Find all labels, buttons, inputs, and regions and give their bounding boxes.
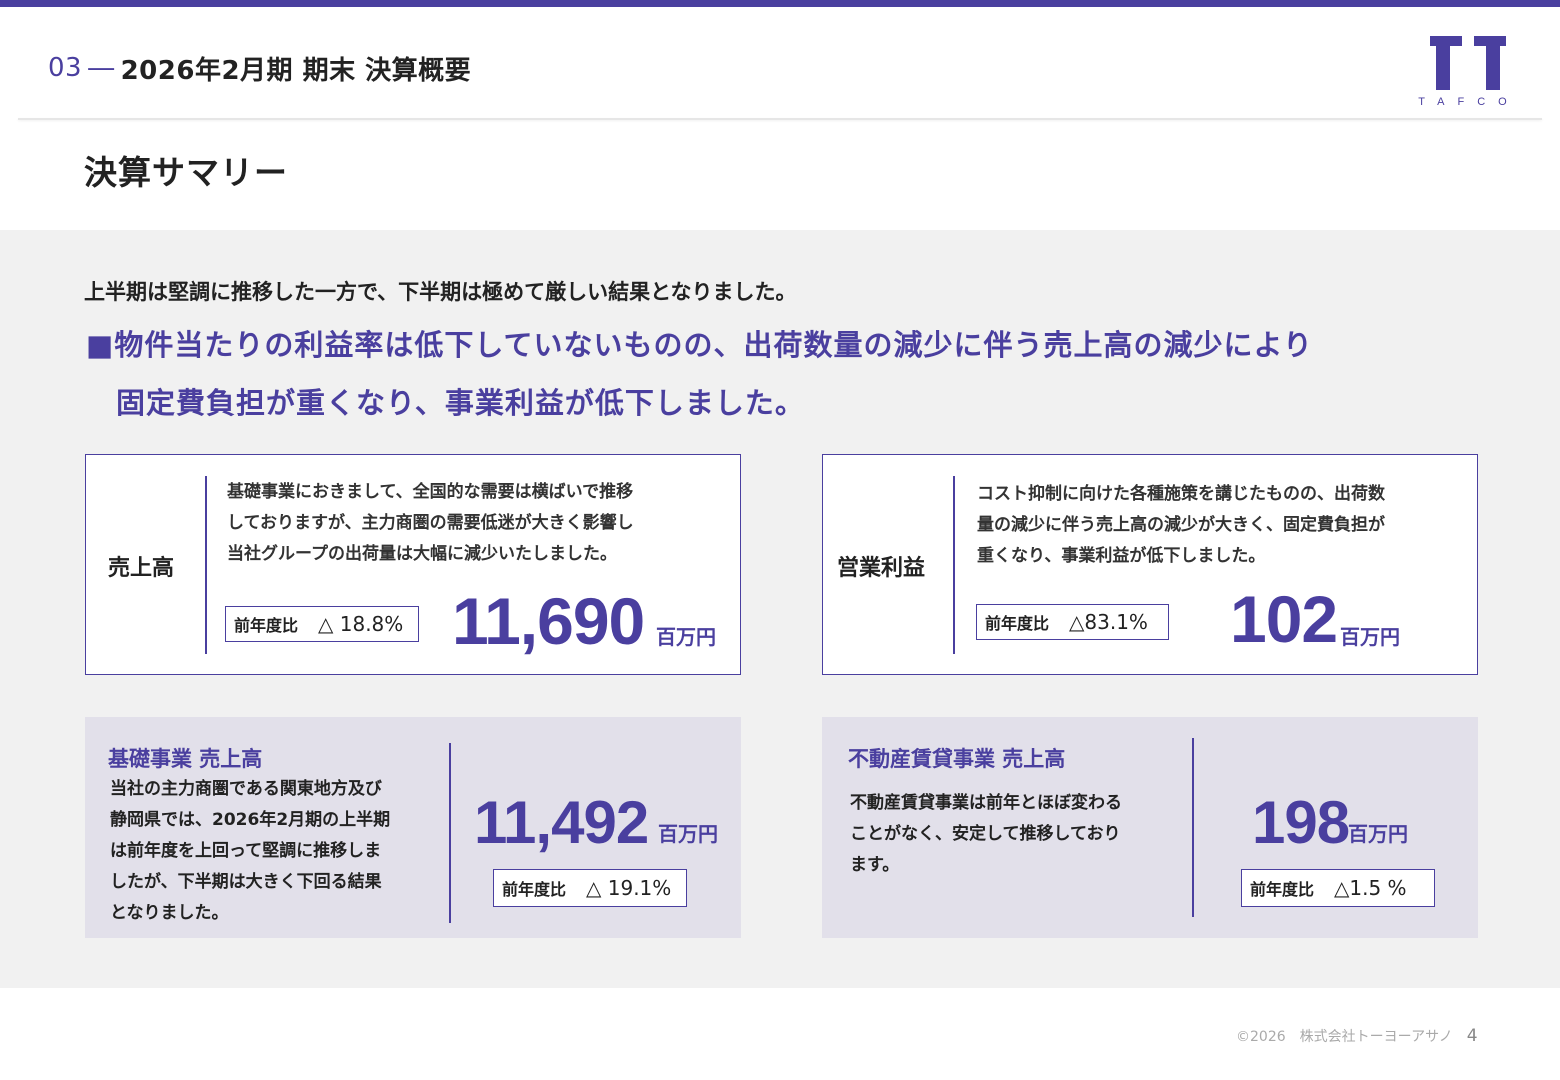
- realestate-value: 198: [1252, 789, 1350, 856]
- foundation-segment-title: 基礎事業 売上高: [108, 747, 263, 771]
- highlight-line-1: ■物件当たりの利益率は低下していないものの、出荷数量の減少に伴う売上高の減少によ…: [86, 328, 1313, 362]
- sales-yoy-badge: 前年度比 △ 18.8%: [225, 606, 419, 642]
- section-title: 2026年2月期 期末 決算概要: [120, 55, 472, 86]
- section-dash: ―: [88, 53, 115, 83]
- foundation-unit: 百万円: [658, 822, 718, 846]
- sales-description: 基礎事業におきまして、全国的な需要は横ばいで推移 しておりますが、主力商圏の需要…: [227, 482, 634, 564]
- foundation-yoy-badge: 前年度比 △ 19.1%: [493, 869, 687, 907]
- realestate-segment-description: 不動産賃貸事業は前年とほぼ変わる ことがなく、安定して推移しており ます。: [850, 793, 1122, 875]
- foundation-divider: [449, 743, 451, 923]
- page-footer: ©2026 株式会社トーヨーアサノ 4: [1236, 1026, 1478, 1046]
- top-accent-bar: [0, 0, 1560, 7]
- realestate-segment-title: 不動産賃貸事業 売上高: [848, 747, 1066, 771]
- foundation-value: 11,492: [474, 789, 649, 856]
- section-header: 03 ― 2026年2月期 期末 決算概要: [48, 48, 471, 88]
- sales-unit: 百万円: [656, 625, 716, 649]
- lead-text: 上半期は堅調に推移した一方で、下半期は極めて厳しい結果となりました。: [84, 280, 797, 304]
- realestate-yoy-badge: 前年度比 △1.5 %: [1241, 869, 1435, 907]
- realestate-divider: [1192, 738, 1194, 917]
- logo-wordmark: TAFCO: [1418, 96, 1519, 108]
- section-number: 03: [48, 53, 83, 83]
- highlight-line-2: 固定費負担が重くなり、事業利益が低下しました。: [116, 386, 805, 420]
- op-profit-value: 102: [1230, 582, 1338, 656]
- op-profit-divider: [953, 476, 955, 654]
- page-title: 決算サマリー: [84, 153, 288, 192]
- realestate-unit: 百万円: [1348, 822, 1408, 846]
- sales-value: 11,690: [452, 584, 645, 658]
- copyright-text: ©2026 株式会社トーヨーアサノ: [1236, 1029, 1453, 1045]
- op-profit-yoy-badge: 前年度比 △83.1%: [976, 604, 1169, 640]
- op-profit-unit: 百万円: [1340, 625, 1400, 649]
- header-divider: [18, 118, 1542, 120]
- company-logo: TAFCO: [1418, 36, 1519, 108]
- op-profit-label: 営業利益: [837, 556, 926, 581]
- foundation-segment-description: 当社の主力商圏である関東地方及び 静岡県では、2026年2月期の上半期 は前年度…: [110, 779, 391, 923]
- op-profit-description: コスト抑制に向けた各種施策を講じたものの、出荷数 量の減少に伴う売上高の減少が大…: [977, 484, 1385, 566]
- page-number: 4: [1466, 1026, 1478, 1046]
- sales-divider: [205, 476, 207, 654]
- sales-label: 売上高: [108, 556, 175, 581]
